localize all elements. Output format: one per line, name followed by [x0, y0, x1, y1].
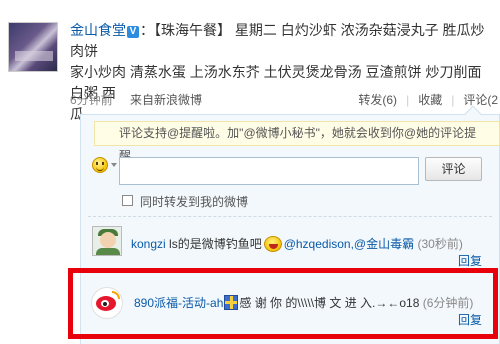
chevron-down-icon[interactable] — [111, 163, 117, 167]
post-author[interactable]: 金山食堂 — [70, 22, 126, 38]
comment-input[interactable] — [119, 157, 419, 185]
post-time[interactable]: 6分钟前 — [70, 93, 113, 107]
repost-link[interactable]: 转发(6) — [358, 93, 397, 107]
verified-icon: V — [127, 26, 139, 38]
action-separator: | — [406, 93, 410, 107]
comment-text: ls的是微博钓鱼吧 — [165, 237, 262, 251]
comment-mention[interactable]: @hzqedison,@金山毒霸 — [284, 237, 414, 251]
mention-tip: 评论支持@提醒啦。加"@微博小秘书"，她就会收到你@她的评论提醒。 — [94, 121, 500, 163]
emoticon-icon[interactable] — [92, 157, 108, 173]
comment-time: (30秒前) — [417, 237, 463, 251]
action-separator: | — [451, 93, 455, 107]
post-source[interactable]: 来自新浪微博 — [130, 93, 202, 107]
repost-checkbox[interactable] — [122, 195, 133, 206]
comment-item: kongzi ls的是微博钓鱼吧 @hzqedison,@金山毒霸 (30秒前) — [131, 235, 463, 252]
post-actions: 转发(6) | 收藏 | 评论(2 — [358, 91, 498, 108]
author-avatar[interactable] — [8, 22, 58, 72]
comment-link[interactable]: 评论(2 — [463, 93, 498, 107]
reply-link[interactable]: 回复 — [458, 252, 482, 269]
repost-checkbox-label[interactable]: 同时转发到我的微博 — [140, 193, 248, 210]
post-content: 金山食堂 V ：【珠海午餐】 星期二 白灼沙虾 浓汤杂菇浸丸子 胜瓜炒肉饼 家小炒肉… — [70, 20, 498, 125]
commenter-name[interactable]: kongzi — [131, 237, 166, 251]
commenter-avatar[interactable] — [92, 226, 122, 256]
favorite-link[interactable]: 收藏 — [418, 93, 442, 107]
highlight-box — [68, 268, 498, 339]
post-meta: 6分钟前 来自新浪微博 转发(6) | 收藏 | 评论(2 — [70, 91, 498, 107]
submit-comment-button[interactable]: 评论 — [425, 157, 482, 181]
laugh-emoji-icon — [263, 236, 282, 252]
divider — [88, 216, 492, 217]
